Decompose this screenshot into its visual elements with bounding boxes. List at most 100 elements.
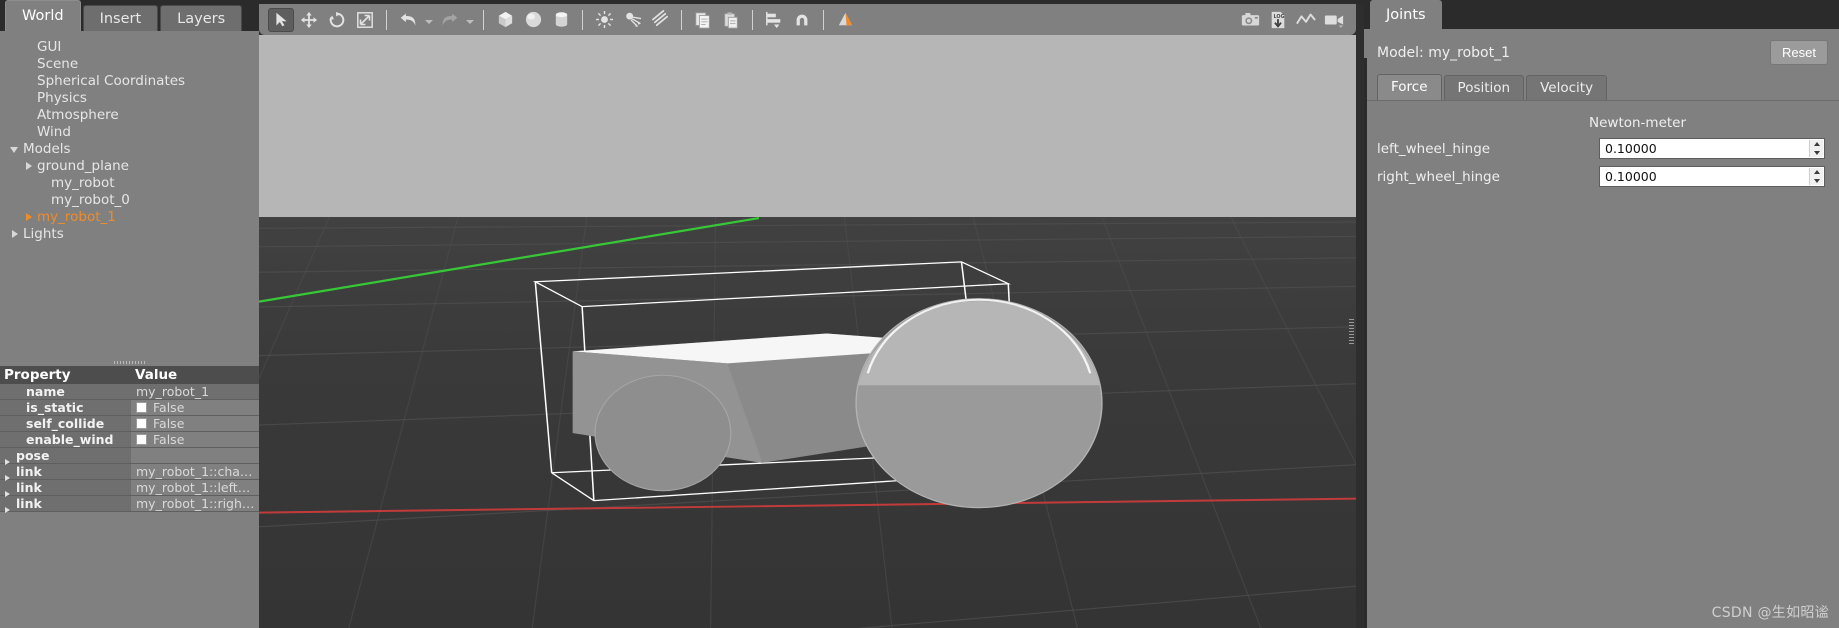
redo-history-dropdown[interactable] xyxy=(463,8,476,32)
tree-spacer-icon xyxy=(22,108,35,121)
spinbox-increment-icon[interactable] xyxy=(1810,168,1823,177)
property-value-cell[interactable]: my_robot_1 xyxy=(131,384,259,399)
tree-item-my-robot[interactable]: my_robot xyxy=(0,174,259,191)
tab-layers[interactable]: Layers xyxy=(160,5,242,31)
joint-tab-force[interactable]: Force xyxy=(1377,74,1442,100)
property-name-label: enable_wind xyxy=(26,432,113,447)
tab-world[interactable]: World xyxy=(5,0,81,31)
tree-item-label: Spherical Coordinates xyxy=(35,73,185,89)
tree-item-models[interactable]: Models xyxy=(0,140,259,157)
select-arrow-icon xyxy=(273,11,290,28)
insert-cylinder[interactable] xyxy=(548,8,574,32)
joint-tab-position[interactable]: Position xyxy=(1444,75,1525,100)
chevron-down-icon[interactable] xyxy=(8,142,21,155)
tab-joints[interactable]: Joints xyxy=(1370,0,1442,29)
paste-icon xyxy=(722,11,740,29)
gazebo-window: World Insert Layers GUISceneSpherical Co… xyxy=(0,0,1839,628)
checkbox[interactable] xyxy=(136,402,147,413)
align-icon xyxy=(765,11,783,29)
joint-tab-velocity[interactable]: Velocity xyxy=(1526,75,1607,100)
tree-item-wind[interactable]: Wind xyxy=(0,123,259,140)
tree-item-ground-plane[interactable]: ground_plane xyxy=(0,157,259,174)
property-name-label: pose xyxy=(14,448,49,463)
undo-history-dropdown[interactable] xyxy=(422,8,435,32)
robot-model[interactable] xyxy=(259,35,1356,628)
property-name-label: self_collide xyxy=(26,416,104,431)
undo-button[interactable] xyxy=(395,8,421,32)
property-value-cell[interactable]: my_robot_1::righ… xyxy=(131,496,259,511)
property-row[interactable]: linkmy_robot_1::left… xyxy=(0,480,259,496)
spinbox-decrement-icon[interactable] xyxy=(1810,177,1823,186)
viewport-resize-grip[interactable] xyxy=(1349,319,1354,345)
paste-button[interactable] xyxy=(718,8,744,32)
property-panel-resize-grip[interactable] xyxy=(0,359,259,366)
tree-item-my-robot-1[interactable]: my_robot_1 xyxy=(0,208,259,225)
translate-tool[interactable] xyxy=(296,8,322,32)
insert-spot-light[interactable] xyxy=(619,8,645,32)
joint-tab-label: Position xyxy=(1458,80,1511,96)
translate-icon xyxy=(300,11,318,29)
property-row[interactable]: pose xyxy=(0,448,259,464)
property-value-cell[interactable]: False xyxy=(131,432,259,447)
checkbox[interactable] xyxy=(136,434,147,445)
joint-name-label: left_wheel_hinge xyxy=(1377,141,1589,157)
insert-directional-light[interactable] xyxy=(647,8,673,32)
property-row[interactable]: linkmy_robot_1::righ… xyxy=(0,496,259,512)
copy-button[interactable] xyxy=(690,8,716,32)
toolbar-separator xyxy=(681,10,682,30)
property-value-cell[interactable] xyxy=(131,448,259,463)
joint-value-spinbox[interactable]: 0.10000 xyxy=(1599,166,1825,187)
snap-button[interactable] xyxy=(789,8,815,32)
chevron-right-icon[interactable] xyxy=(8,227,21,240)
joint-value-text: 0.10000 xyxy=(1600,141,1657,156)
property-name-cell: is_static xyxy=(0,400,131,415)
video-record-button[interactable] xyxy=(1321,8,1347,32)
property-row[interactable]: enable_wind False xyxy=(0,432,259,448)
scale-tool[interactable] xyxy=(352,8,378,32)
main-toolbar: LOG xyxy=(259,4,1356,35)
toolbar-separator xyxy=(752,10,753,30)
redo-button[interactable] xyxy=(436,8,462,32)
plot-button[interactable] xyxy=(1293,8,1319,32)
joint-value-spinbox[interactable]: 0.10000 xyxy=(1599,138,1825,159)
tree-item-scene[interactable]: Scene xyxy=(0,55,259,72)
property-value-cell[interactable]: my_robot_1::cha… xyxy=(131,464,259,479)
insert-box[interactable] xyxy=(492,8,518,32)
property-row[interactable]: self_collide False xyxy=(0,416,259,432)
property-value-cell[interactable]: my_robot_1::left… xyxy=(131,480,259,495)
toolbar-separator xyxy=(582,10,583,30)
left-panel: World Insert Layers GUISceneSpherical Co… xyxy=(0,0,259,628)
property-row[interactable]: namemy_robot_1 xyxy=(0,384,259,400)
tree-item-my-robot-0[interactable]: my_robot_0 xyxy=(0,191,259,208)
reset-button[interactable]: Reset xyxy=(1770,40,1828,65)
rotate-tool[interactable] xyxy=(324,8,350,32)
property-row[interactable]: linkmy_robot_1::cha… xyxy=(0,464,259,480)
tree-item-atmosphere[interactable]: Atmosphere xyxy=(0,106,259,123)
tree-item-physics[interactable]: Physics xyxy=(0,89,259,106)
select-tool[interactable] xyxy=(268,8,294,32)
log-record-button[interactable]: LOG xyxy=(1265,8,1291,32)
tree-item-spherical-coordinates[interactable]: Spherical Coordinates xyxy=(0,72,259,89)
property-value-cell[interactable]: False xyxy=(131,400,259,415)
property-row[interactable]: is_staticFalse xyxy=(0,400,259,416)
insert-point-light[interactable] xyxy=(591,8,617,32)
snap-magnet-icon xyxy=(793,11,811,29)
tab-insert[interactable]: Insert xyxy=(83,5,159,31)
left-panel-tabbar: World Insert Layers xyxy=(0,0,259,31)
property-value-cell[interactable]: False xyxy=(131,416,259,431)
checkbox[interactable] xyxy=(136,418,147,429)
redo-icon xyxy=(440,11,459,28)
directional-light-icon xyxy=(651,10,670,29)
screenshot-button[interactable] xyxy=(1237,8,1263,32)
align-button[interactable] xyxy=(761,8,787,32)
chevron-right-icon[interactable] xyxy=(22,210,35,223)
spinbox-decrement-icon[interactable] xyxy=(1810,149,1823,158)
spinbox-increment-icon[interactable] xyxy=(1810,140,1823,149)
tree-item-lights[interactable]: Lights xyxy=(0,225,259,242)
view-angle-button[interactable] xyxy=(832,8,858,32)
joint-tab-label: Velocity xyxy=(1540,80,1593,96)
3d-viewport[interactable] xyxy=(259,35,1356,628)
chevron-right-icon[interactable] xyxy=(22,159,35,172)
insert-sphere[interactable] xyxy=(520,8,546,32)
tree-item-gui[interactable]: GUI xyxy=(0,38,259,55)
